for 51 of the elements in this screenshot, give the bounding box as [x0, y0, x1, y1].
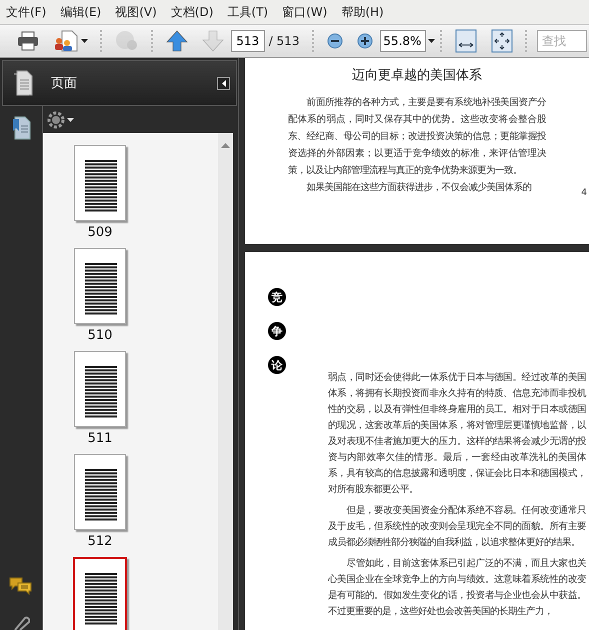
collapse-button[interactable]	[217, 76, 230, 90]
paperclip-icon[interactable]	[12, 614, 30, 630]
page-number: 512	[88, 534, 112, 551]
page-thumbnail[interactable]	[74, 454, 126, 530]
bookmark-icon[interactable]	[11, 116, 31, 140]
page-number: 4	[581, 188, 587, 198]
page-thumbnail[interactable]	[73, 557, 127, 630]
up-triangle-icon	[221, 143, 230, 148]
menu-item[interactable]: 编辑(E)	[59, 2, 102, 22]
menu-item[interactable]: 文件(F)	[5, 2, 48, 22]
page-count: / 513	[268, 34, 300, 48]
left-triangle-icon	[222, 80, 226, 86]
page-number: 510	[88, 328, 112, 345]
chapter-title: 迈向更卓越的美国体系	[352, 67, 482, 84]
fit-width-icon	[455, 29, 478, 53]
menu-item[interactable]: 文档(D)	[170, 2, 214, 22]
paragraph: 但是，要改变美国资金分配体系绝不容易。任何改变通常只及于皮毛，但系统性的改变则会呈现完全不同的面貌。所有主要成员都必须牺牲部分狭隘的自我利益，以追求整体更好的结果。	[328, 504, 586, 550]
page-number: 511	[88, 431, 112, 448]
paragraph: 前面所推荐的各种方式，主要是要有系统地补强美国资产分配体系的弱点，同时又保存其中的优势。这些改变将会整合股东、经纪商、母公司的目标；改进投资决策的信息；更能掌握投资选择的外部因素；以更适于竞争绩效的标准，来评估管理决策，以及让内部管理流程与真正的竞争优势来源更为一致。	[288, 96, 546, 178]
zoom-field[interactable]: 55.8%	[380, 30, 426, 52]
side-mark: 竞	[268, 288, 286, 306]
options-button[interactable]	[47, 110, 74, 128]
people-document-icon	[53, 30, 79, 52]
comments-icon[interactable]	[9, 576, 33, 596]
paragraph: 如果美国能在这些方面获得进步，不仅会减少美国体系的	[306, 181, 533, 195]
page-thumbnail[interactable]	[74, 248, 126, 324]
gear-icon	[47, 110, 65, 128]
caret-icon	[67, 118, 74, 122]
zoom-in-icon	[357, 33, 374, 49]
fit-page-icon	[491, 29, 514, 53]
printer-icon	[17, 31, 39, 51]
up-arrow-icon	[166, 30, 188, 52]
page-number-field[interactable]: 513	[230, 30, 265, 52]
menu-item[interactable]: 工具(T)	[226, 2, 270, 22]
page-thumbnail[interactable]	[74, 145, 126, 221]
panel-title: 页面	[51, 75, 78, 92]
paragraph: 尽管如此，目前这套体系已引起广泛的不满，而且大家也关心美国企业在全球竞争上的方向与绩效。这意味着系统性的改变是有可能的。假如发生变化的话，投资者与企业也会从中获益。不过更重要的是，这些好处也会改善美国的长期生产力，	[328, 557, 586, 619]
page-thumbnail[interactable]	[74, 351, 126, 427]
side-mark: 论	[268, 356, 286, 374]
page-number: 509	[88, 225, 112, 242]
caret-icon	[428, 39, 436, 43]
search-field[interactable]: 查找	[536, 30, 587, 52]
pages-icon[interactable]	[13, 70, 33, 96]
down-arrow-icon	[202, 30, 224, 52]
paragraph: 弱点，同时还会使得此一体系优于日本与德国。经过改革的美国体系，将拥有长期投资而非永久持有的特质、信息充沛而非投机性的交易，以及有弹性但非终身雇用的员工。相对于日本或德国的现况，这套改革后的美国体系，将对管理层更谨慎地监督，以及对表现不佳者施加更大的压力。这样的结果将会减少无谓的投资与内部效率欠佳的情形。最后，一套经由改革洗礼的美国体系，具有较高的信息披露和透明度，保证会比日本和德国模式，对所有股东都更公平。	[328, 371, 586, 497]
menu-item[interactable]: 窗口(W)	[281, 2, 328, 22]
zoom-out-icon	[327, 33, 344, 49]
menu-item[interactable]: 视图(V)	[114, 2, 158, 22]
menu-item[interactable]: 帮助(H)	[340, 2, 385, 22]
caret-icon	[81, 39, 88, 43]
side-mark: 争	[268, 322, 286, 340]
